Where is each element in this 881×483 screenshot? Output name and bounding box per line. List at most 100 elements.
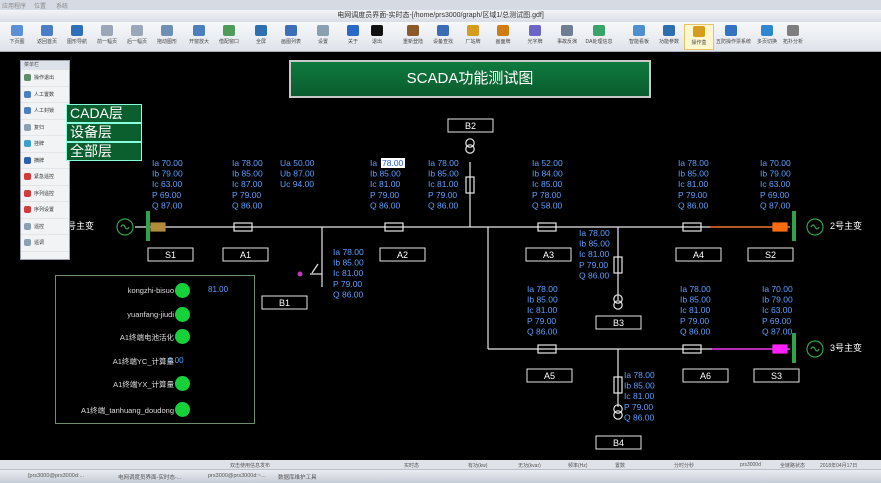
bus-label-box[interactable]: S2 xyxy=(747,247,794,262)
generator-wave xyxy=(120,224,130,230)
side-menu-item[interactable]: 复归 xyxy=(21,120,69,136)
breaker-s1[interactable] xyxy=(150,222,166,232)
bus-label-box[interactable]: B2 xyxy=(447,118,494,133)
status-indicator-icon[interactable] xyxy=(175,402,190,417)
transformer-2-label: 2号主变 xyxy=(830,220,862,231)
side-menu-icon xyxy=(24,189,31,197)
bus-label-box[interactable]: S3 xyxy=(753,368,800,383)
bus-label-box[interactable]: B4 xyxy=(595,435,642,450)
side-menu-item[interactable]: 紧急遥控 xyxy=(21,169,69,186)
side-menu-icon xyxy=(24,74,31,82)
taskbar-item[interactable]: [prs3000@prs3000d:... xyxy=(28,473,84,479)
layer-button-device[interactable]: 设备层 xyxy=(66,123,142,142)
measurement-value: Ib 85.00 xyxy=(333,258,364,268)
system-menu[interactable]: 位置 xyxy=(34,1,46,10)
toolbar-da-button[interactable]: DA处理信息 xyxy=(584,24,614,50)
side-menu-item[interactable]: 人工置数 xyxy=(21,87,69,103)
multipage-icon xyxy=(761,25,773,36)
side-menu-item[interactable]: 遥控 xyxy=(21,219,69,235)
side-menu-item[interactable]: 序列设置 xyxy=(21,202,69,219)
measurement-value: Ia 78.00 xyxy=(579,228,610,238)
layer-button-all[interactable]: 全部层 xyxy=(66,142,142,161)
toolbar-list-button[interactable]: 画图列表 xyxy=(276,24,306,50)
scada-canvas[interactable]: 1号主变 2号主变 3号主变 S1 A1 A2 A3 A4 S2 B1 B2 B3 B4 A5 A6 S3 Ia… xyxy=(0,52,881,460)
bus-label-box[interactable]: A1 xyxy=(222,247,269,262)
toolbar-exit-button[interactable]: 退出 xyxy=(362,24,392,50)
toolbar-board-button[interactable]: 智能看板 xyxy=(624,24,654,50)
bus-label-box[interactable]: A5 xyxy=(526,368,573,383)
bus-label-box[interactable]: A3 xyxy=(525,247,572,262)
toolbar-replay-button[interactable]: 事故反演 xyxy=(552,24,582,50)
switch-blade xyxy=(311,263,319,274)
bus-label-box[interactable]: S1 xyxy=(147,247,194,262)
bus-label-box[interactable]: B1 xyxy=(261,295,308,310)
side-menu-item[interactable]: 序列遥控 xyxy=(21,186,69,202)
measurement-value: Ia 78.00 xyxy=(680,284,711,294)
status-indicator-icon[interactable] xyxy=(175,329,190,344)
side-menu-item[interactable]: 人工封锁 xyxy=(21,103,69,120)
bus-label-box[interactable]: B3 xyxy=(595,315,642,330)
toolbar-zoom-button[interactable]: 开窗放大 xyxy=(184,24,214,50)
side-menu-item[interactable]: 摘牌 xyxy=(21,153,69,169)
status-label: A1终端YX_计算量 xyxy=(113,380,174,389)
side-menu-item[interactable]: 操作退出 xyxy=(21,70,69,87)
toolbar-op-button[interactable]: 操作盒 xyxy=(684,24,714,50)
toolbar-light-button[interactable]: 光字牌 xyxy=(520,24,550,50)
measurement-value: Ic 81.00 xyxy=(527,305,558,315)
toolbar-back-button[interactable]: 前一幅页 xyxy=(92,24,122,50)
measurement-value: Ic 63.00 xyxy=(152,179,183,189)
toolbar-param-button[interactable]: 功能参数 xyxy=(654,24,684,50)
layer-button-scada[interactable]: CADA层 xyxy=(66,104,142,123)
bus-label-box[interactable]: A2 xyxy=(379,247,426,262)
toolbar-label: 光字牌 xyxy=(527,39,543,45)
side-menu-label: 序列设置 xyxy=(34,207,55,214)
measurement-value: P 79.00 xyxy=(527,316,556,326)
system-menu[interactable]: 系统 xyxy=(56,1,68,10)
toolbar-move-button[interactable]: 拖动图形 xyxy=(152,24,182,50)
replay-icon xyxy=(561,25,573,36)
bus-label-box[interactable]: A6 xyxy=(682,368,729,383)
bus-label-box[interactable]: A4 xyxy=(675,247,722,262)
toolbar-device-button[interactable]: 设备查找 xyxy=(428,24,458,50)
bus-label: B3 xyxy=(613,318,624,328)
status-indicator-icon[interactable] xyxy=(175,307,190,322)
toolbar-settings-button[interactable]: 设置 xyxy=(308,24,338,50)
toolbar-window-button[interactable]: 借配窗口 xyxy=(214,24,244,50)
taskbar-item[interactable]: prs3000@prs3000d:~... xyxy=(208,473,266,479)
status-extra-value: 81.00 xyxy=(208,285,229,294)
bus-label: A2 xyxy=(397,250,408,260)
toolbar-page-button[interactable]: 下页图 xyxy=(2,24,32,50)
toolbar-label: 下页图 xyxy=(9,39,25,45)
page-icon xyxy=(11,25,23,36)
toolbar-fullscreen-button[interactable]: 全屏 xyxy=(246,24,276,50)
switch-knife[interactable] xyxy=(297,271,303,277)
status-indicator-icon[interactable] xyxy=(175,376,190,391)
toolbar-label: 智能看板 xyxy=(628,39,649,45)
measurement-value: Ia 78.00 xyxy=(232,158,263,168)
generator-wave xyxy=(810,346,820,352)
toolbar-home-button[interactable]: 返回首页 xyxy=(32,24,62,50)
selected-measurement-value[interactable]: 78.00 xyxy=(382,158,404,168)
status-bar-field: 无功(kvar) xyxy=(518,463,541,469)
toolbar-forward-button[interactable]: 后一幅页 xyxy=(122,24,152,50)
toolbar-login-button[interactable]: 重新登陆 xyxy=(398,24,428,50)
measurement-value: Ic 81.00 xyxy=(370,179,401,189)
measurement-value: Ib 85.00 xyxy=(579,239,610,249)
side-menu-item[interactable]: 遥调 xyxy=(21,235,69,252)
status-indicator-icon[interactable] xyxy=(175,283,190,298)
side-menu-label: 遥控 xyxy=(34,223,45,230)
taskbar-item[interactable]: 数据库维护工具 xyxy=(278,473,317,481)
toolbar-nav-button[interactable]: 图形导航 xyxy=(62,24,92,50)
measurement-value: Q 86.00 xyxy=(624,412,655,422)
side-menu-item[interactable]: 挂牌 xyxy=(21,136,69,153)
toolbar-topology-button[interactable]: 拓扑分析 xyxy=(778,24,808,50)
toolbar-ticket-button[interactable]: 五防操作票系统 xyxy=(716,24,751,50)
op-icon xyxy=(693,26,705,37)
measurement-value: Q 86.00 xyxy=(579,270,610,280)
toolbar-screen-button[interactable]: 画面牌 xyxy=(488,24,518,50)
taskbar-item[interactable]: 电网调度员界面-实时态-... xyxy=(118,473,181,481)
window-icon xyxy=(223,25,235,36)
toolbar-label: 图形导航 xyxy=(66,39,87,45)
toolbar-station-button[interactable]: 厂站牌 xyxy=(458,24,488,50)
system-menu[interactable]: 应用程序 xyxy=(2,1,26,10)
